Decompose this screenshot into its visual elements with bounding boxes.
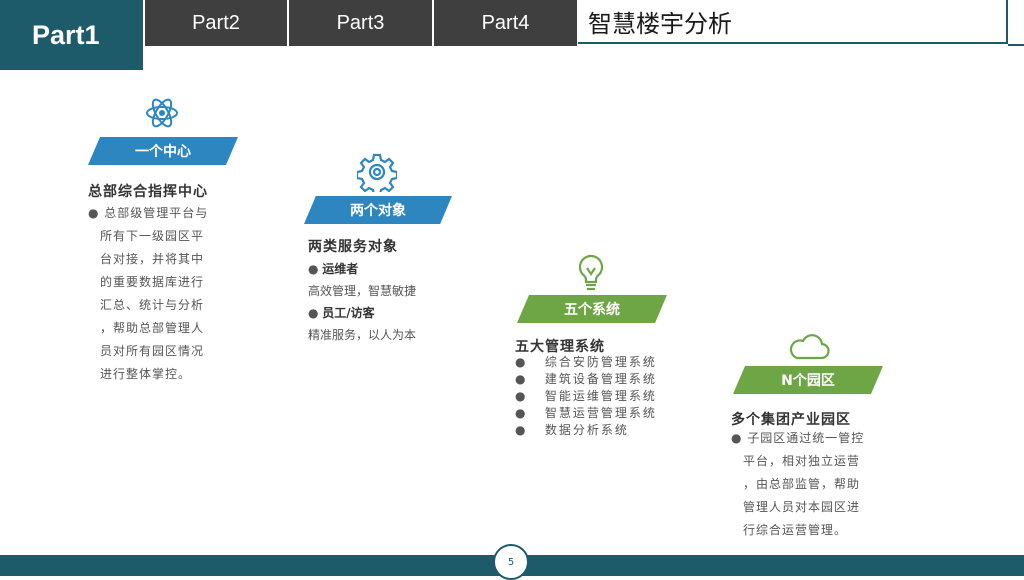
text-line: ，由总部监管，帮助 — [743, 477, 861, 491]
list-item: ● 综合安防管理系统 — [515, 355, 657, 369]
banner-label: N个园区 — [781, 373, 835, 389]
lightbulb-icon — [578, 254, 604, 291]
banner-n-parks: N个园区 — [733, 366, 883, 394]
banner-label: 一个中心 — [135, 144, 191, 160]
text-line: 平台，相对独立运营 — [743, 454, 861, 468]
list-item: ● 智慧运营管理系统 — [515, 406, 657, 420]
page-number-text: 5 — [507, 556, 515, 568]
text-line: 管理人员对本园区进 — [743, 500, 861, 514]
systems-list: ● 综合安防管理系统 ● 建筑设备管理系统 ● 智能运维管理系统 ● 智慧运营管… — [515, 354, 657, 439]
page-title-box: 智慧楼宇分析 — [578, 0, 1008, 44]
paragraph-command-center: ● 总部级管理平台与 所有下一级园区平 台对接，并将其中 的重要数据库进行 汇总… — [88, 202, 238, 386]
page-number: 5 — [493, 544, 529, 580]
text-line: 行综合运营管理。 — [743, 523, 848, 537]
tab-part3[interactable]: Part3 — [289, 0, 432, 46]
text-line: 进行整体掌控。 — [100, 367, 192, 381]
heading-industrial-parks: 多个集团产业园区 — [731, 412, 851, 428]
heading-command-center: 总部综合指挥中心 — [88, 184, 208, 200]
bullet: ● — [308, 306, 323, 320]
title-underline — [1008, 44, 1024, 46]
item-title: 员工/访客 — [322, 306, 375, 320]
tab-part1[interactable]: Part1 — [0, 0, 143, 70]
bullet: ● — [88, 206, 105, 220]
list-item: ● 数据分析系统 — [515, 423, 629, 437]
heading-service-targets: 两类服务对象 — [308, 239, 398, 255]
text-line: 员对所有园区情况 — [100, 344, 205, 358]
paragraph-industrial-parks: ● 子园区通过统一管控 平台，相对独立运营 ，由总部监管，帮助 管理人员对本园区… — [731, 427, 901, 542]
heading-management-systems: 五大管理系统 — [515, 339, 605, 355]
list-item: ● 智能运维管理系统 — [515, 389, 657, 403]
text-line: 所有下一级园区平 — [100, 229, 205, 243]
banner-label: 两个对象 — [350, 203, 406, 219]
banner-two-objects: 两个对象 — [304, 196, 452, 224]
text-line: 总部级管理平台与 — [104, 206, 209, 220]
text-line: 汇总、统计与分析 — [100, 298, 205, 312]
item-staff-desc: 精准服务，以人为本 — [308, 328, 417, 342]
banner-label: 五个系统 — [564, 302, 620, 318]
text-line: ，帮助总部管理人 — [100, 321, 205, 335]
item-operators-desc: 高效管理，智慧敏捷 — [308, 284, 417, 298]
item-operators: ● 运维者 — [308, 260, 358, 277]
banner-one-center: 一个中心 — [88, 137, 238, 165]
text-line: 的重要数据库进行 — [100, 275, 205, 289]
banner-five-systems: 五个系统 — [517, 295, 667, 323]
bullet: ● — [731, 431, 748, 445]
tab-part2[interactable]: Part2 — [145, 0, 287, 46]
text-line: 子园区通过统一管控 — [747, 431, 865, 445]
text-line: 台对接，并将其中 — [100, 252, 205, 266]
item-staff: ● 员工/访客 — [308, 304, 375, 321]
atom-icon — [146, 98, 178, 128]
list-item: ● 建筑设备管理系统 — [515, 372, 657, 386]
gear-icon — [357, 153, 397, 192]
tab-part4[interactable]: Part4 — [434, 0, 577, 46]
item-title: 运维者 — [322, 262, 359, 276]
cloud-icon — [789, 334, 830, 360]
page-title: 智慧楼宇分析 — [588, 9, 732, 38]
bullet: ● — [308, 262, 323, 276]
